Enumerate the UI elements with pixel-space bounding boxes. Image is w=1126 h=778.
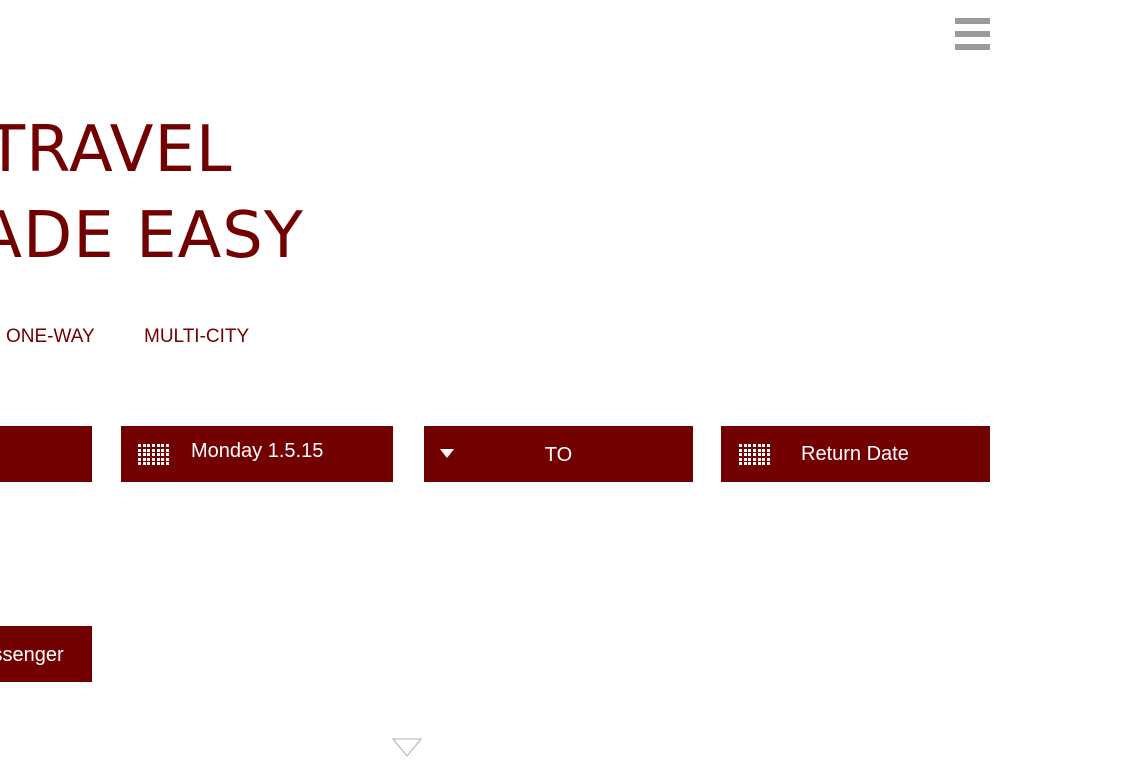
tab-one-way[interactable]: ONE-WAY bbox=[6, 326, 95, 348]
menu-bar bbox=[955, 31, 990, 37]
to-destination-dropdown[interactable]: TO bbox=[424, 426, 693, 482]
to-label: TO bbox=[544, 444, 573, 466]
hero-headline-line2: MADE EASY bbox=[0, 199, 304, 273]
depart-date-field[interactable]: Monday 1.5.15 bbox=[121, 426, 393, 482]
menu-bar bbox=[955, 44, 990, 50]
hamburger-menu-icon[interactable] bbox=[955, 18, 991, 50]
return-date-field[interactable]: Return Date bbox=[721, 426, 990, 482]
travel-booking-page: TRAVEL MADE EASY ONE-WAY MULTI-CITY Mond… bbox=[0, 0, 1126, 778]
tab-multi-city[interactable]: MULTI-CITY bbox=[144, 326, 249, 348]
passenger-label: Passenger bbox=[0, 644, 64, 666]
return-date-placeholder: Return Date bbox=[801, 443, 909, 465]
menu-bar bbox=[955, 18, 990, 24]
calendar-icon bbox=[138, 444, 169, 465]
calendar-icon bbox=[739, 444, 770, 465]
chevron-down-outline-icon[interactable] bbox=[392, 738, 422, 758]
hero-headline-line1: TRAVEL bbox=[0, 113, 233, 187]
passenger-field[interactable]: Passenger bbox=[0, 626, 92, 682]
depart-date-value: Monday 1.5.15 bbox=[191, 440, 324, 462]
from-field[interactable] bbox=[0, 426, 92, 482]
